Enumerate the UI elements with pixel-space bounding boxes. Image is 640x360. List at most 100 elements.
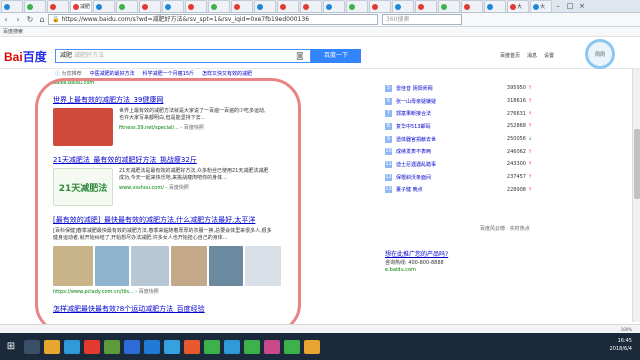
camera-icon[interactable]: ◙ [296,51,304,60]
forward-icon[interactable]: › [12,15,24,24]
avatar[interactable]: 周周 [585,39,615,69]
bookmark-item[interactable]: 百度搜索 [3,29,23,35]
hot-item-link[interactable]: 复华中513邮码 [396,123,496,130]
browser-tab[interactable] [162,0,184,12]
baidu-logo[interactable]: Bai百度 [4,48,47,65]
result-title[interactable]: 世界上最有效的减肥方法_39健康网 [53,95,283,105]
minimize-icon[interactable]: – [552,2,564,10]
result-image[interactable] [53,246,93,286]
result-image[interactable] [95,246,129,286]
result-title[interactable]: 怎样减肥最快最有效?8个运动减肥方法_百度经验 [53,304,283,314]
browser-tab[interactable] [139,0,161,12]
side-search-input[interactable]: 360搜索 [382,14,462,25]
recommend-link[interactable]: 科学减肥一个月瘦15斤 [143,69,194,79]
hot-item-link[interactable]: 成续发表不表两 [396,148,496,155]
result-thumbnail[interactable] [53,108,113,146]
recommend-link[interactable]: 中医减肥的最好方法 [90,69,135,79]
browser-tab[interactable] [461,0,483,12]
sogou-icon[interactable] [184,339,200,354]
result-thumbnail[interactable]: 21天减肥法 [53,168,113,206]
result-title[interactable]: 21天减肥法_最有效的减肥好方法_挑战瘦32斤 [53,155,283,165]
address-bar[interactable]: 🔒 https://www.baidu.com/s?wd=减肥好方法&rsv_s… [48,14,378,25]
recommend-link[interactable]: 怎样又快又有效的减肥 [202,69,252,79]
editor-icon[interactable] [244,339,260,354]
hot-item-link[interactable]: 雷佳音 阴阳师网 [396,85,496,92]
browser-tab[interactable] [185,0,207,12]
search-input[interactable]: 减肥 减肥好方法 [55,49,311,63]
hot-item-link[interactable]: 遗体器官捐献去世 [396,136,496,143]
app-icon[interactable] [284,339,300,354]
bookmark-bar: 百度搜索 [0,27,640,37]
browser-icon[interactable] [224,339,240,354]
hot-item-link[interactable]: 保根斜沃条面间 [396,174,496,181]
promo-url[interactable]: e.baidu.com [385,267,505,274]
top-link[interactable]: 百度首页 [500,52,520,59]
browser-tab[interactable] [231,0,253,12]
browser-tab[interactable] [47,0,69,12]
result-image[interactable] [209,246,243,286]
tab-favicon-icon [418,3,424,10]
search-button[interactable]: 百度一下 [311,49,361,63]
hot-rank: 12 [385,173,392,181]
browser-tab[interactable]: 大 [507,0,529,12]
browser-tab[interactable] [254,0,276,12]
browser-tab[interactable] [369,0,391,12]
status-bar: 100% [0,324,640,333]
top-link[interactable]: 设置 [544,52,554,59]
home-icon[interactable]: ⌂ [36,15,48,24]
result-image[interactable] [131,246,169,286]
photo-icon[interactable] [104,339,120,354]
tool-icon[interactable] [264,339,280,354]
snapshot-link[interactable]: 百度快照 [139,289,159,295]
hot-value: 318616 [506,98,526,105]
maximize-icon[interactable]: □ [564,2,576,10]
store-icon[interactable] [124,339,140,354]
browser-tab[interactable] [323,0,345,12]
result-image[interactable] [171,246,207,286]
app2-icon[interactable] [304,339,320,354]
browser-tab[interactable] [24,0,46,12]
promo-title[interactable]: 想在此推广您的产品吗? [385,251,505,258]
refresh-icon[interactable]: ↻ [24,15,36,24]
browser-tab[interactable] [415,0,437,12]
hot-list-footer[interactable]: 百度风云榜 · 实时热点 [480,225,530,232]
task-view-icon[interactable] [24,339,40,354]
browser-tab[interactable] [438,0,460,12]
browser-tab[interactable]: 大 [530,0,552,12]
explorer-icon[interactable] [44,339,60,354]
hot-item-link[interactable]: 迪士尼遇遇乱踏事 [396,161,496,168]
snapshot-link[interactable]: 百度快照 [184,125,204,131]
kugou-icon[interactable] [144,339,160,354]
hot-rank: 11 [385,160,392,168]
media-icon[interactable] [84,339,100,354]
clock[interactable]: 16:45 2018/6/4 [610,337,632,353]
browser-tab[interactable]: 减肥 [70,0,92,12]
hot-item-link[interactable]: 张一山母亲疑嫌疑 [396,98,496,105]
browser-tab[interactable] [1,0,23,12]
browser-tab[interactable] [484,0,506,12]
windows-start-icon[interactable]: ⊞ [0,333,22,360]
360-browser-icon[interactable] [64,339,80,354]
top-link[interactable]: 消息 [527,52,537,59]
arrow-up-icon: ↑ [527,161,533,168]
browser-tab[interactable] [300,0,322,12]
browser-tab[interactable] [346,0,368,12]
browser-tab[interactable] [116,0,138,12]
qq-icon[interactable] [164,339,180,354]
result-title[interactable]: [最有效的减肥]_最快最有效的减肥方法,什么减肥方法最好,太平洋 [53,215,283,225]
scrollbar-thumb[interactable] [634,129,640,199]
wechat-icon[interactable] [204,339,220,354]
zoom-level[interactable]: 100% [621,327,632,332]
result-image[interactable] [245,246,281,286]
browser-tab[interactable] [277,0,299,12]
snapshot-link[interactable]: 百度快照 [169,185,189,191]
tab-favicon-icon [142,3,148,10]
browser-tab[interactable] [392,0,414,12]
browser-tab[interactable] [93,0,115,12]
hot-item-link[interactable]: 董子健 晚点 [396,186,496,193]
hot-item-link[interactable]: 郭富果断接合法 [396,110,496,117]
scrollbar[interactable] [632,69,640,322]
back-icon[interactable]: ‹ [0,15,12,24]
close-icon[interactable]: × [576,2,588,10]
browser-tab[interactable] [208,0,230,12]
